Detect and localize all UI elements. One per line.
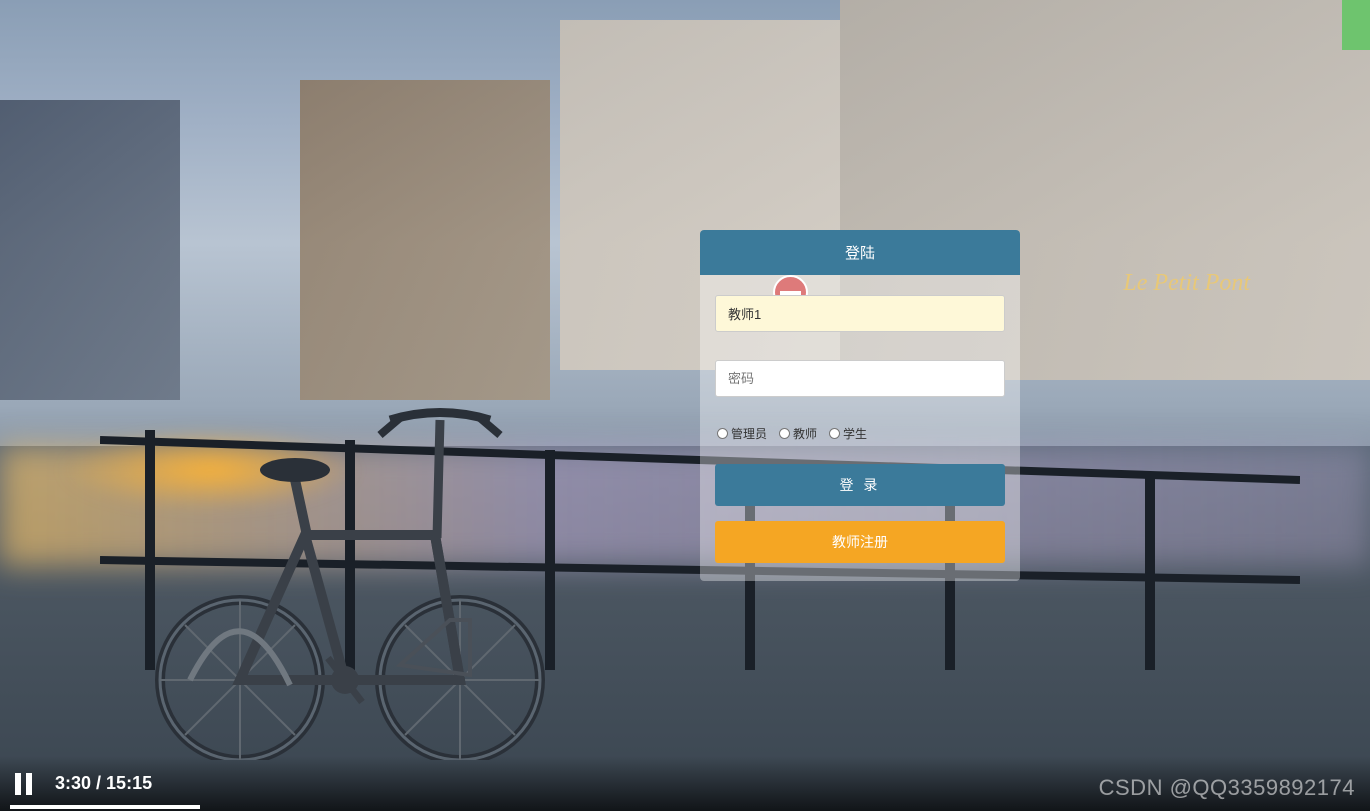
role-teacher-label: 教师	[793, 425, 817, 442]
role-admin-label: 管理员	[731, 425, 767, 442]
role-teacher-radio[interactable]	[779, 428, 790, 439]
store-sign-text: Le Petit Pont	[1123, 270, 1250, 297]
total-time: 15:15	[106, 773, 152, 793]
role-student-option[interactable]: 学生	[829, 425, 867, 442]
login-button[interactable]: 登 录	[715, 464, 1005, 506]
role-admin-option[interactable]: 管理员	[717, 425, 767, 442]
current-time: 3:30	[55, 773, 91, 793]
teacher-register-button[interactable]: 教师注册	[715, 521, 1005, 563]
role-student-radio[interactable]	[829, 428, 840, 439]
bicycle-image	[130, 280, 550, 760]
role-admin-radio[interactable]	[717, 428, 728, 439]
csdn-watermark: CSDN @QQ3359892174	[1099, 775, 1355, 801]
video-progress-bar[interactable]	[10, 805, 200, 809]
time-separator: /	[91, 773, 106, 793]
login-panel: 登陆 管理员 教师 学生 登 录 教师注册	[700, 230, 1020, 581]
login-body: 管理员 教师 学生 登 录 教师注册	[700, 275, 1020, 563]
green-corner-badge	[1342, 0, 1370, 50]
password-input[interactable]	[715, 360, 1005, 397]
video-time-display: 3:30 / 15:15	[55, 773, 152, 794]
role-selection-row: 管理员 教师 学生	[715, 425, 1005, 442]
pause-icon[interactable]	[15, 773, 35, 795]
role-teacher-option[interactable]: 教师	[779, 425, 817, 442]
role-student-label: 学生	[843, 425, 867, 442]
login-header-title: 登陆	[700, 230, 1020, 275]
username-input[interactable]	[715, 295, 1005, 332]
